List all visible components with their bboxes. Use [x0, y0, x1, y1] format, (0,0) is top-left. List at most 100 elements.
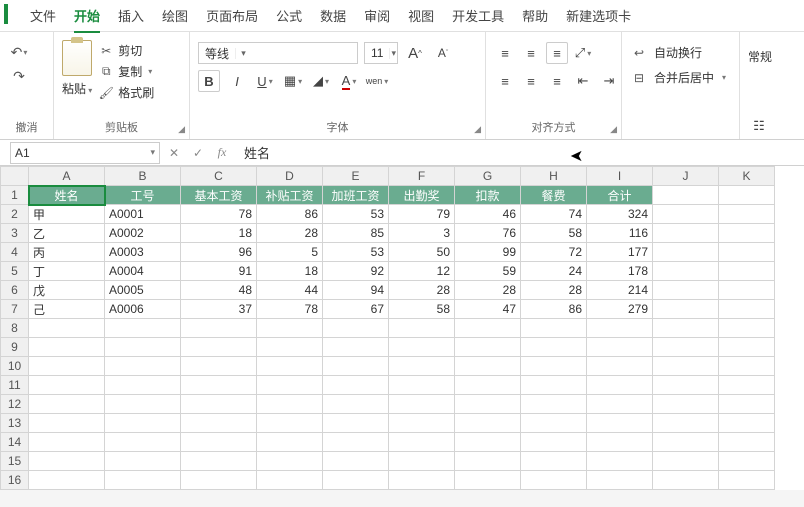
cell-C4[interactable]: 96 — [181, 243, 257, 262]
col-header-I[interactable]: I — [587, 167, 653, 186]
insert-function-button[interactable]: fx — [210, 145, 234, 160]
formula-content[interactable]: 姓名 — [234, 143, 804, 162]
cell-C7[interactable]: 37 — [181, 300, 257, 319]
cell-D14[interactable] — [257, 433, 323, 452]
cell-B8[interactable] — [105, 319, 181, 338]
menu-帮助[interactable]: 帮助 — [522, 6, 548, 25]
cell-A9[interactable] — [29, 338, 105, 357]
orientation-button[interactable]: ⤢▾ — [572, 42, 594, 64]
cell-B15[interactable] — [105, 452, 181, 471]
row-header-16[interactable]: 16 — [1, 471, 29, 490]
align-middle-button[interactable]: ≡ — [520, 42, 542, 64]
cell-K4[interactable] — [719, 243, 775, 262]
cell-G4[interactable]: 99 — [455, 243, 521, 262]
cell-I7[interactable]: 279 — [587, 300, 653, 319]
cell-F11[interactable] — [389, 376, 455, 395]
cell-K12[interactable] — [719, 395, 775, 414]
cell-B4[interactable]: A0003 — [105, 243, 181, 262]
cell-C13[interactable] — [181, 414, 257, 433]
cell-E2[interactable]: 53 — [323, 205, 389, 224]
cell-A14[interactable] — [29, 433, 105, 452]
cell-D8[interactable] — [257, 319, 323, 338]
cell-D1[interactable]: 补贴工资 — [257, 186, 323, 205]
fill-color-button[interactable]: ◢▾ — [310, 70, 332, 92]
cell-A1[interactable]: 姓名 — [29, 186, 105, 205]
cell-G8[interactable] — [455, 319, 521, 338]
cell-A4[interactable]: 丙 — [29, 243, 105, 262]
row-header-4[interactable]: 4 — [1, 243, 29, 262]
menu-新建选项卡[interactable]: 新建选项卡 — [566, 6, 631, 25]
cell-J2[interactable] — [653, 205, 719, 224]
cell-D10[interactable] — [257, 357, 323, 376]
cell-J14[interactable] — [653, 433, 719, 452]
cell-E15[interactable] — [323, 452, 389, 471]
cell-E16[interactable] — [323, 471, 389, 490]
cell-B5[interactable]: A0004 — [105, 262, 181, 281]
cell-K15[interactable] — [719, 452, 775, 471]
cell-J6[interactable] — [653, 281, 719, 300]
cell-J13[interactable] — [653, 414, 719, 433]
cell-E14[interactable] — [323, 433, 389, 452]
cell-I12[interactable] — [587, 395, 653, 414]
font-size-combo[interactable]: 11▾ — [364, 42, 398, 64]
cell-A7[interactable]: 己 — [29, 300, 105, 319]
cell-I16[interactable] — [587, 471, 653, 490]
paste-button[interactable]: 粘贴 ▾ — [62, 36, 92, 97]
cell-B11[interactable] — [105, 376, 181, 395]
cell-C10[interactable] — [181, 357, 257, 376]
cell-H6[interactable]: 28 — [521, 281, 587, 300]
row-header-5[interactable]: 5 — [1, 262, 29, 281]
cell-A3[interactable]: 乙 — [29, 224, 105, 243]
cell-E4[interactable]: 53 — [323, 243, 389, 262]
decrease-font-button[interactable]: Aˇ — [432, 42, 454, 64]
phonetic-button[interactable]: wen▾ — [366, 70, 388, 92]
cell-G3[interactable]: 76 — [455, 224, 521, 243]
select-all-corner[interactable] — [1, 167, 29, 186]
cell-F5[interactable]: 12 — [389, 262, 455, 281]
row-header-2[interactable]: 2 — [1, 205, 29, 224]
cell-K13[interactable] — [719, 414, 775, 433]
cell-F16[interactable] — [389, 471, 455, 490]
row-header-9[interactable]: 9 — [1, 338, 29, 357]
cell-I13[interactable] — [587, 414, 653, 433]
cell-F10[interactable] — [389, 357, 455, 376]
cell-E11[interactable] — [323, 376, 389, 395]
row-header-13[interactable]: 13 — [1, 414, 29, 433]
cell-K6[interactable] — [719, 281, 775, 300]
menu-绘图[interactable]: 绘图 — [162, 6, 188, 25]
cell-K11[interactable] — [719, 376, 775, 395]
cell-C9[interactable] — [181, 338, 257, 357]
cell-G9[interactable] — [455, 338, 521, 357]
cell-K5[interactable] — [719, 262, 775, 281]
cell-G13[interactable] — [455, 414, 521, 433]
align-top-button[interactable]: ≡ — [494, 42, 516, 64]
cell-I4[interactable]: 177 — [587, 243, 653, 262]
cell-A2[interactable]: 甲 — [29, 205, 105, 224]
row-header-8[interactable]: 8 — [1, 319, 29, 338]
cell-H5[interactable]: 24 — [521, 262, 587, 281]
cell-H7[interactable]: 86 — [521, 300, 587, 319]
cell-D2[interactable]: 86 — [257, 205, 323, 224]
bold-button[interactable]: B — [198, 70, 220, 92]
cell-B1[interactable]: 工号 — [105, 186, 181, 205]
cell-F9[interactable] — [389, 338, 455, 357]
cell-J5[interactable] — [653, 262, 719, 281]
cell-A5[interactable]: 丁 — [29, 262, 105, 281]
row-header-12[interactable]: 12 — [1, 395, 29, 414]
cancel-formula-button[interactable]: ✕ — [162, 146, 186, 160]
cell-E9[interactable] — [323, 338, 389, 357]
cell-H9[interactable] — [521, 338, 587, 357]
cell-I10[interactable] — [587, 357, 653, 376]
cell-A8[interactable] — [29, 319, 105, 338]
cell-G15[interactable] — [455, 452, 521, 471]
col-header-A[interactable]: A — [29, 167, 105, 186]
currency-button[interactable]: ☷ — [748, 115, 770, 137]
cell-F13[interactable] — [389, 414, 455, 433]
cell-B3[interactable]: A0002 — [105, 224, 181, 243]
cell-K9[interactable] — [719, 338, 775, 357]
decrease-indent-button[interactable]: ⇤ — [572, 70, 594, 92]
row-header-10[interactable]: 10 — [1, 357, 29, 376]
font-name-combo[interactable]: 等线▾ — [198, 42, 358, 64]
cell-B10[interactable] — [105, 357, 181, 376]
col-header-B[interactable]: B — [105, 167, 181, 186]
